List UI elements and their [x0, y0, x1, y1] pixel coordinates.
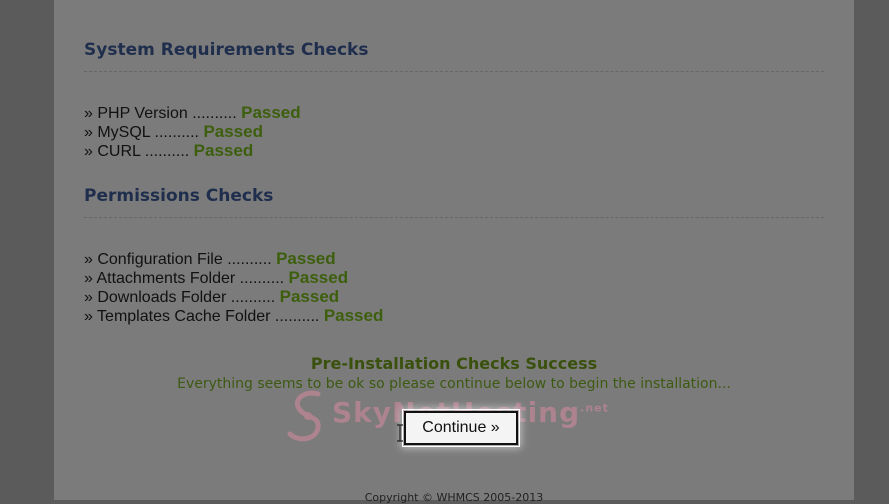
passed-status: Passed [203, 122, 263, 141]
check-php-version: » PHP Version .......... Passed [84, 103, 301, 122]
check-label: » CURL .......... [84, 143, 194, 160]
copyright-footer: Copyright © WHMCS 2005-2013 [364, 491, 544, 504]
s-logo-icon [287, 390, 321, 442]
check-configuration-file: » Configuration File .......... Passed [84, 249, 383, 268]
check-label: » Downloads Folder .......... [84, 289, 280, 306]
check-label: » Templates Cache Folder .......... [84, 308, 324, 325]
passed-status: Passed [276, 249, 336, 268]
success-title: Pre-Installation Checks Success [310, 354, 598, 373]
check-curl: » CURL .......... Passed [84, 141, 301, 160]
passed-status: Passed [193, 141, 254, 160]
system-check-list: » PHP Version .......... Passed » MySQL … [84, 103, 301, 160]
check-label: » Attachments Folder .......... [84, 270, 289, 287]
check-templates-cache-folder: » Templates Cache Folder .......... Pass… [84, 306, 383, 325]
section-divider [84, 217, 824, 218]
text-cursor-icon [397, 424, 403, 442]
passed-status: Passed [241, 103, 301, 122]
passed-status: Passed [323, 306, 384, 325]
continue-button[interactable]: Continue » [402, 409, 520, 447]
check-label: » PHP Version .......... [84, 105, 242, 122]
passed-status: Passed [288, 268, 349, 287]
check-mysql: » MySQL .......... Passed [84, 122, 301, 141]
watermark-suffix: .net [580, 401, 609, 415]
check-label: » Configuration File .......... [84, 251, 277, 268]
section-divider [84, 71, 824, 72]
system-requirements-heading: System Requirements Checks [84, 40, 369, 60]
check-downloads-folder: » Downloads Folder .......... Passed [84, 287, 383, 306]
passed-status: Passed [279, 287, 340, 306]
check-label: » MySQL .......... [84, 124, 204, 141]
permissions-heading: Permissions Checks [84, 186, 274, 206]
permissions-check-list: » Configuration File .......... Passed »… [84, 249, 383, 325]
check-attachments-folder: » Attachments Folder .......... Passed [84, 268, 383, 287]
